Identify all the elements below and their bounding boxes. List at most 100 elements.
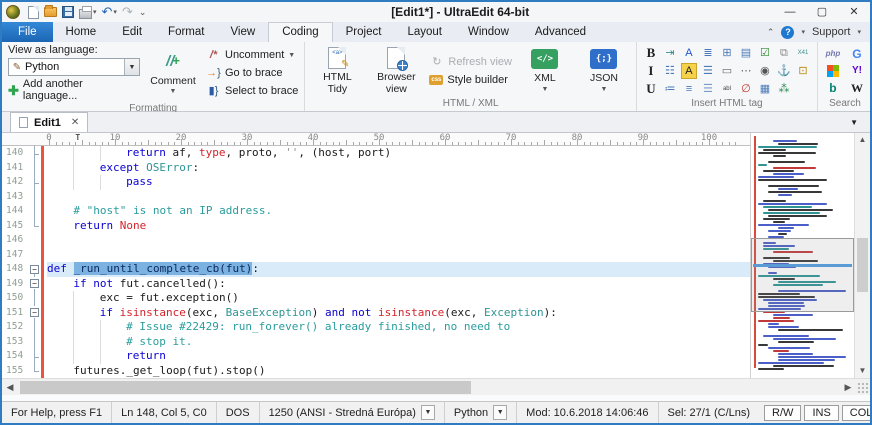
help-dropdown-caret[interactable]: ▾ [801, 28, 805, 36]
tab-edit1[interactable]: Edit1 ✕ [10, 112, 88, 132]
json-button[interactable]: {;} JSON ▼ [578, 47, 630, 93]
minimap[interactable] [750, 133, 854, 378]
code-line-149[interactable]: 149−if not fut.cancelled(): [2, 277, 750, 292]
code-line-145[interactable]: 145return None [2, 219, 750, 234]
code-line-153[interactable]: 153# stop it. [2, 335, 750, 350]
image-tag-icon[interactable]: ▦ [757, 81, 773, 97]
menu-tab-view[interactable]: View [217, 22, 268, 42]
collapse-box-icon[interactable]: − [30, 265, 39, 274]
fold-toggle[interactable]: − [28, 306, 41, 321]
status-language[interactable]: Python ▼ [444, 402, 516, 423]
vertical-scroll-thumb[interactable] [857, 238, 868, 292]
refresh-view-button[interactable]: ↻ Refresh view [429, 54, 512, 70]
print-dropdown-caret[interactable]: ▾ [93, 8, 97, 16]
help-icon[interactable]: ? [781, 26, 794, 39]
horizontal-scroll-thumb[interactable] [20, 381, 471, 394]
button-tag-icon[interactable]: ▭ [719, 63, 735, 79]
language-select-caret[interactable]: ▼ [124, 59, 139, 75]
go-to-brace-button[interactable]: →} Go to brace [206, 65, 298, 81]
fold-toggle[interactable]: − [28, 262, 41, 277]
microsoft-search-icon[interactable] [827, 65, 839, 77]
list-box-tag-icon[interactable]: ▤ [738, 45, 754, 61]
save-button[interactable] [61, 4, 75, 20]
php-search-icon[interactable]: php [826, 47, 841, 61]
open-file-button[interactable] [43, 4, 58, 20]
menu-tab-layout[interactable]: Layout [394, 22, 455, 42]
input-field-tag-icon[interactable]: abl [719, 81, 735, 97]
menu-tab-format[interactable]: Format [155, 22, 217, 42]
browser-view-button[interactable]: Browser view [370, 46, 422, 95]
code-line-147[interactable]: 147 [2, 248, 750, 263]
yahoo-search-icon[interactable]: Y! [852, 64, 862, 78]
insert-mode-toggle[interactable]: INS [804, 405, 838, 421]
redo-button[interactable]: ↷ [121, 4, 134, 20]
google-search-icon[interactable]: G [852, 47, 861, 61]
paragraph-tag-icon[interactable]: ☰ [700, 81, 716, 97]
scroll-left-arrow[interactable]: ◀ [2, 382, 18, 393]
menu-tab-home[interactable]: Home [53, 22, 110, 42]
minimize-button[interactable]: — [774, 2, 806, 22]
code-editor[interactable]: 140return af, type, proto, '', (host, po… [2, 146, 750, 378]
code-line-144[interactable]: 144# "host" is not an IP address. [2, 204, 750, 219]
code-line-151[interactable]: 151−if isinstance(exc, BaseException) an… [2, 306, 750, 321]
add-language-button[interactable]: ✚ Add another language... [8, 78, 140, 102]
code-line-143[interactable]: 143 [2, 190, 750, 205]
bullet-list-tag-icon[interactable]: ☷ [662, 63, 678, 79]
align-left-tag-icon[interactable]: ≡ [681, 81, 697, 97]
menu-tab-file[interactable]: File [2, 22, 53, 42]
bing-search-icon[interactable]: b [829, 81, 836, 95]
scroll-down-arrow[interactable]: ▼ [855, 364, 870, 378]
scroll-right-arrow[interactable]: ▶ [840, 382, 856, 393]
html-tidy-button[interactable]: <a>✎ HTML Tidy [311, 46, 363, 95]
customize-toolbar-button[interactable]: ⌄ [139, 7, 147, 18]
wikipedia-search-icon[interactable]: W [851, 81, 863, 95]
support-dropdown-caret[interactable]: ▾ [857, 28, 861, 36]
collapse-box-icon[interactable]: − [30, 308, 39, 317]
no-script-tag-icon[interactable]: ∅ [738, 81, 754, 97]
tab-list-dropdown[interactable]: ▼ [850, 118, 858, 127]
json-dropdown-caret[interactable]: ▼ [600, 86, 607, 94]
undo-dropdown-caret[interactable]: ▾ [113, 8, 117, 16]
comment-dropdown-caret[interactable]: ▼ [170, 88, 177, 96]
protected-file-tag-icon[interactable]: ⊡ [795, 63, 811, 79]
menu-tab-coding[interactable]: Coding [268, 22, 332, 42]
minimap-viewport[interactable] [751, 238, 854, 312]
vertical-scrollbar[interactable]: ▲ ▼ [854, 133, 870, 378]
encoding-dropdown[interactable]: ▼ [421, 405, 435, 420]
new-file-button[interactable] [27, 4, 40, 20]
code-line-141[interactable]: 141except OSError: [2, 161, 750, 176]
read-write-toggle[interactable]: R/W [764, 405, 801, 421]
bold-tag-icon[interactable]: B [643, 45, 659, 61]
font-color-tag-icon[interactable]: A [681, 45, 697, 61]
code-line-154[interactable]: 154return [2, 349, 750, 364]
resize-grip[interactable] [856, 381, 869, 394]
code-line-140[interactable]: 140return af, type, proto, '', (host, po… [2, 146, 750, 161]
style-builder-button[interactable]: css Style builder [429, 72, 512, 88]
column-mode-toggle[interactable]: COL [842, 405, 872, 421]
underline-tag-icon[interactable]: U [643, 81, 659, 97]
table-tag-icon[interactable]: ⊞ [719, 45, 735, 61]
uncomment-button[interactable]: /* Uncomment ▼ [206, 47, 298, 63]
menu-tab-advanced[interactable]: Advanced [522, 22, 599, 42]
code-line-146[interactable]: 146 [2, 233, 750, 248]
xml-button[interactable]: </> XML ▼ [519, 47, 571, 93]
menu-tab-edit[interactable]: Edit [109, 22, 155, 42]
indent-tag-icon[interactable]: ⇥ [662, 45, 678, 61]
maximize-button[interactable]: ▢ [806, 2, 838, 22]
sitemap-tag-icon[interactable]: ⁂ [776, 81, 792, 97]
highlight-tag-icon[interactable]: A [681, 63, 697, 79]
paste-tag-icon[interactable]: ⧉ [776, 45, 792, 61]
radio-tag-icon[interactable]: ◉ [757, 63, 773, 79]
language-select[interactable]: ✎ Python ▼ [8, 58, 140, 76]
status-line-ending[interactable]: DOS [216, 402, 259, 423]
language-dropdown[interactable]: ▼ [493, 405, 507, 420]
collapse-box-icon[interactable]: − [30, 279, 39, 288]
status-encoding[interactable]: 1250 (ANSI - Stredná Európa) ▼ [259, 402, 444, 423]
special-char-tag-icon[interactable]: X41 [795, 45, 811, 61]
menu-tab-project[interactable]: Project [333, 22, 395, 42]
code-line-142[interactable]: 142pass [2, 175, 750, 190]
scroll-up-arrow[interactable]: ▲ [855, 133, 870, 147]
collapse-ribbon-icon[interactable]: ⌃ [767, 27, 775, 38]
italic-tag-icon[interactable]: I [643, 63, 659, 79]
fold-toggle[interactable]: − [28, 277, 41, 292]
